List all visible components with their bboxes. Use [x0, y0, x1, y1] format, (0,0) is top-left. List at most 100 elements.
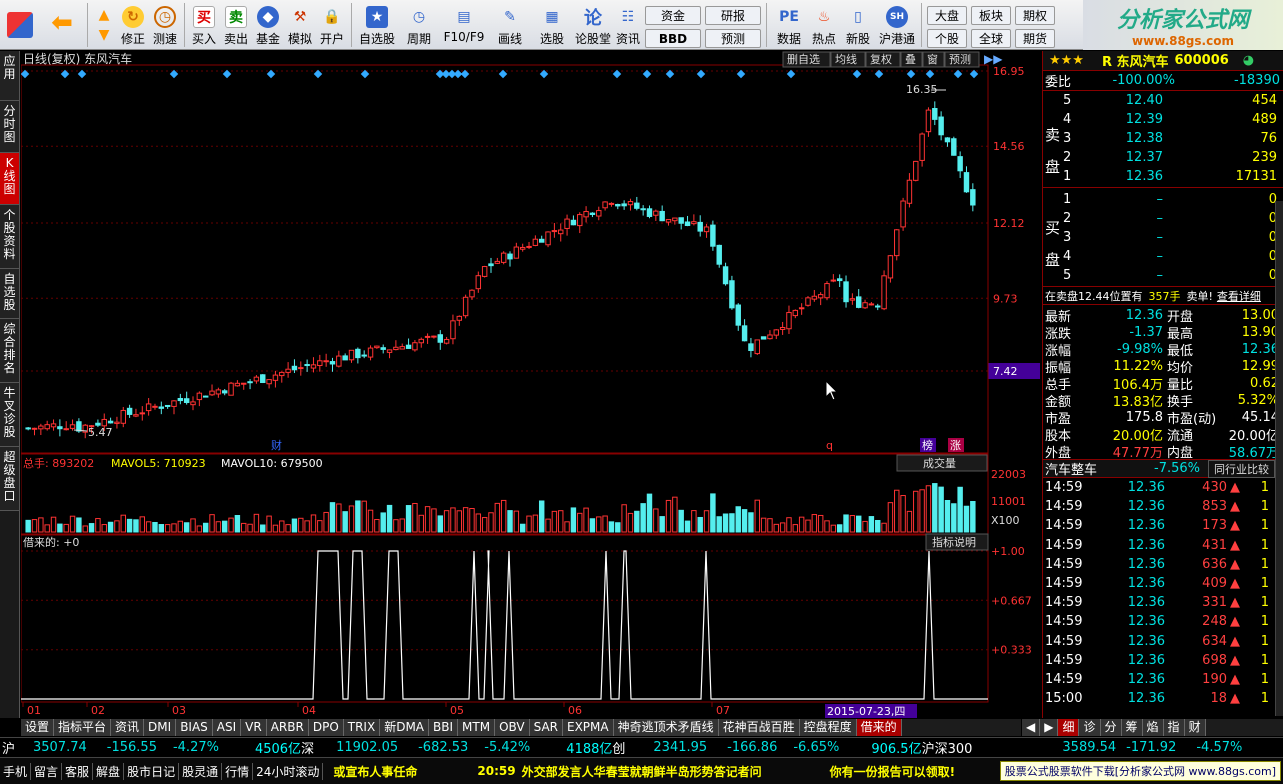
order-book-row[interactable]: 5 12.40 454 — [1063, 91, 1281, 110]
status-link[interactable]: 留言 — [31, 762, 63, 780]
indicator-tab[interactable]: ASI — [212, 719, 242, 736]
event-mark-q[interactable]: q — [826, 439, 833, 452]
indicator-tab[interactable]: SAR — [529, 719, 563, 736]
index-hs300-label[interactable]: 沪深300 — [922, 738, 973, 757]
industry-compare-button[interactable]: 同行业比较 — [1208, 459, 1275, 478]
indicator-tab[interactable]: MTM — [458, 719, 496, 736]
right-bottom-tab[interactable]: 细 — [1058, 719, 1080, 736]
bbd-button[interactable]: BBD — [645, 29, 701, 48]
indicator-tab[interactable]: DMI — [144, 719, 177, 736]
indicator-tab[interactable]: 神奇逃顶术矛盾线 — [613, 719, 719, 736]
order-book-row[interactable]: 2 12.37 239 — [1063, 148, 1281, 167]
status-link[interactable]: 行情 — [222, 762, 254, 780]
order-book-row[interactable]: 4 – 0 — [1063, 247, 1281, 266]
news-item-1[interactable]: 或宣布人事任命 — [333, 763, 417, 780]
tab-apps[interactable]: 应用 — [0, 51, 19, 101]
tab-prev[interactable]: ◀ — [1022, 719, 1041, 736]
download-ad-banner[interactable]: 股票公式股票软件下载[分析家公式网 www.88gs.com] — [999, 761, 1281, 781]
index-sh-label[interactable]: 沪 — [2, 738, 15, 757]
hk-connect-button[interactable]: SH 沪港通 — [876, 0, 918, 50]
order-book-row[interactable]: 3 12.38 76 — [1063, 129, 1281, 148]
index-sz-label[interactable]: 深 — [301, 738, 314, 757]
right-bottom-tab[interactable]: 指 — [1163, 719, 1185, 736]
order-book-row[interactable]: 2 – 0 — [1063, 209, 1281, 228]
tab-ranking[interactable]: 综合排名 — [0, 319, 19, 383]
forum-button[interactable]: 论论股堂 — [573, 0, 613, 50]
event-mark-rank[interactable]: 榜 — [922, 438, 933, 452]
chart-type-icon[interactable]: ◕ — [1243, 53, 1254, 68]
indicator-tab[interactable]: 新DMA — [380, 719, 430, 736]
status-link[interactable]: 解盘 — [93, 762, 125, 780]
ipo-button[interactable]: ▯ 新股 — [840, 0, 876, 50]
tab-next[interactable]: ▶ — [1040, 719, 1059, 736]
right-bottom-tab[interactable]: 财 — [1184, 719, 1206, 736]
indicator-tab[interactable]: VR — [241, 719, 267, 736]
indicator-tab[interactable]: 设置 — [21, 719, 55, 736]
order-book-row[interactable]: 1 – 0 — [1063, 190, 1281, 209]
back-button[interactable]: ⬅ — [40, 0, 84, 50]
tab-intraday[interactable]: 分时图 — [0, 101, 19, 153]
news-item-3[interactable]: 你有一份报告可以领取! — [830, 763, 955, 780]
period-button[interactable]: ◷ 周期 — [399, 0, 439, 50]
status-link[interactable]: 股市日记 — [124, 762, 180, 780]
indicator-tab[interactable]: 花神百战百胜 — [718, 719, 800, 736]
fund-button[interactable]: ◆ 基金 — [252, 0, 284, 50]
capital-button[interactable]: 资金 — [645, 6, 701, 25]
options-button[interactable]: 期权 — [1015, 6, 1055, 25]
indicator-tab[interactable]: 借来的 — [856, 719, 902, 736]
order-book-row[interactable]: 5 – 0 — [1063, 266, 1281, 285]
indicator-tab[interactable]: ARBR — [266, 719, 309, 736]
draw-line-button[interactable]: ✎ 画线 — [489, 0, 531, 50]
news-button[interactable]: ☷ 资讯 — [613, 0, 643, 50]
sell-button[interactable]: 卖卖出 — [220, 0, 252, 50]
status-link[interactable]: 24小时滚动 — [253, 762, 324, 780]
indicator-tab[interactable]: EXPMA — [563, 719, 614, 736]
status-link[interactable]: 手机 — [0, 762, 32, 780]
tab-level2[interactable]: 超级盘口 — [0, 447, 19, 511]
tab-stock-info[interactable]: 个股资料 — [0, 205, 19, 269]
indicator-tab[interactable]: 指标平台 — [54, 719, 112, 736]
kline-chart-area[interactable]: 日线(复权) 东风汽车 删自选 均线 复权叠窗预测 ▶▶ 16.95 14.56 12.1… — [20, 51, 1041, 718]
tab-diagnosis[interactable]: 牛叉诊股 — [0, 383, 19, 447]
right-bottom-tab[interactable]: 筹 — [1121, 719, 1143, 736]
right-bottom-tab[interactable]: 分 — [1100, 719, 1122, 736]
news-item-2[interactable]: 外交部发言人华春莹就朝鲜半岛形势答记者问 — [522, 763, 762, 780]
event-mark-finance[interactable]: 财 — [271, 438, 282, 452]
research-button[interactable]: 研报 — [705, 6, 761, 25]
indicator-tab[interactable]: OBV — [495, 719, 530, 736]
open-account-button[interactable]: 🔒 开户 — [316, 0, 348, 50]
status-link[interactable]: 股灵通 — [179, 762, 223, 780]
watchlist-button[interactable]: ★ 自选股 — [355, 0, 399, 50]
simulate-button[interactable]: ⚒ 模拟 — [284, 0, 316, 50]
kline-svg[interactable]: 日线(复权) 东风汽车 删自选 均线 复权叠窗预测 ▶▶ 16.95 14.56 12.1… — [20, 51, 1041, 718]
stock-picker-button[interactable]: ▦ 选股 — [531, 0, 573, 50]
right-bottom-tab[interactable]: 诊 — [1079, 719, 1101, 736]
indicator-tab[interactable]: BBI — [429, 719, 459, 736]
right-bottom-tab[interactable]: 焰 — [1142, 719, 1164, 736]
indicator-tab[interactable]: 控盘程度 — [799, 719, 857, 736]
data-button[interactable]: PE 数据 — [770, 0, 808, 50]
global-button[interactable]: 全球 — [971, 29, 1011, 48]
order-book-row[interactable]: 3 – 0 — [1063, 228, 1281, 247]
buy-button[interactable]: 买买入 — [188, 0, 220, 50]
forecast-button[interactable]: 预测 — [705, 29, 761, 48]
f10-button[interactable]: ▤ F10/F9 — [439, 0, 489, 50]
indicator-tab[interactable]: BIAS — [176, 719, 213, 736]
event-mark-up[interactable]: 涨 — [950, 439, 961, 452]
fix-button[interactable]: ↻ 修正 — [117, 0, 149, 50]
tick-scrollbar[interactable] — [1275, 201, 1283, 716]
order-book-row[interactable]: 4 12.39 489 — [1063, 110, 1281, 129]
sector-button[interactable]: 板块 — [971, 6, 1011, 25]
market-button[interactable]: 大盘 — [927, 6, 967, 25]
speedtest-button[interactable]: ◷ 测速 — [149, 0, 181, 50]
tab-kline[interactable]: K线图 — [0, 153, 19, 205]
indicator-tab[interactable]: 资讯 — [111, 719, 145, 736]
order-book-row[interactable]: 1 12.36 17131 — [1063, 167, 1281, 186]
futures-button[interactable]: 期货 — [1015, 29, 1055, 48]
single-stock-button[interactable]: 个股 — [927, 29, 967, 48]
up-down-arrows[interactable]: ▲ ▼ — [91, 0, 117, 50]
status-link[interactable]: 客服 — [62, 762, 94, 780]
grid-icon[interactable] — [0, 0, 40, 50]
indicator-tab[interactable]: TRIX — [343, 719, 381, 736]
tab-watchlist[interactable]: 自选股 — [0, 269, 19, 319]
